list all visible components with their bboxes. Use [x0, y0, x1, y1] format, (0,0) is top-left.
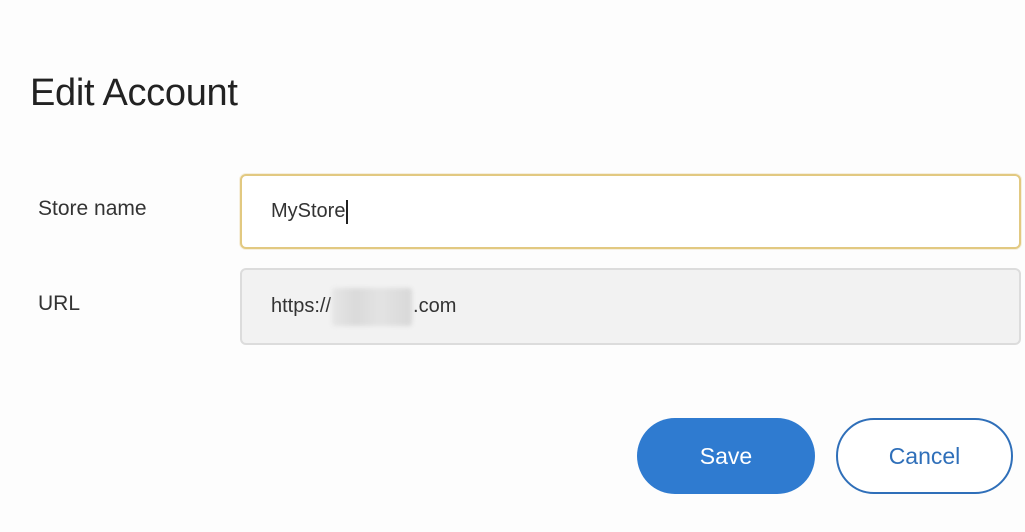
- url-label: URL: [38, 292, 81, 315]
- store-name-input[interactable]: MyStore: [240, 174, 1021, 249]
- url-prefix: https://: [271, 295, 332, 317]
- store-name-label: Store name: [38, 197, 147, 220]
- url-suffix: .com: [413, 295, 457, 317]
- save-button[interactable]: Save: [637, 418, 815, 494]
- redacted-domain: [332, 287, 413, 326]
- store-name-value: MyStore: [271, 200, 346, 222]
- url-input: https:// .com: [240, 268, 1021, 345]
- text-caret: [346, 199, 349, 224]
- cancel-button[interactable]: Cancel: [836, 418, 1013, 494]
- edit-account-dialog: Edit Account Store name MyStore URL http…: [0, 0, 1025, 532]
- dialog-title: Edit Account: [30, 72, 238, 114]
